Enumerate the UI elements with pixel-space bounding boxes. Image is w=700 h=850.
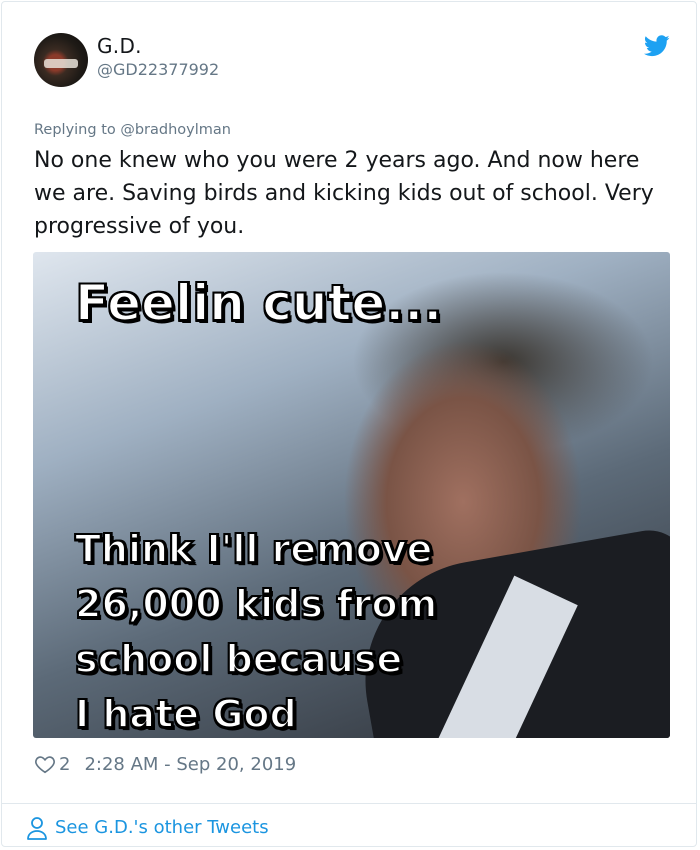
timestamp[interactable]: 2:28 AM - Sep 20, 2019 <box>84 754 296 775</box>
meme-line: I hate God <box>74 691 298 737</box>
author-handle[interactable]: @GD22377992 <box>97 60 219 79</box>
like-count[interactable]: 2 <box>59 754 70 775</box>
heart-icon[interactable] <box>34 753 56 775</box>
embedded-tweet-card: G.D. @GD22377992 Replying to @bradhoylma… <box>1 1 697 847</box>
replying-to[interactable]: Replying to @bradhoylman <box>34 122 231 138</box>
author-name[interactable]: G.D. <box>97 34 142 58</box>
twitter-bird-icon[interactable] <box>644 35 670 57</box>
see-other-tweets-link[interactable]: See G.D.'s other Tweets <box>55 817 269 838</box>
tweet-image[interactable]: Feelin cute... Think I'll remove 26,000 … <box>33 252 670 738</box>
tweet-footer: See G.D.'s other Tweets <box>2 803 696 846</box>
avatar[interactable] <box>34 33 88 87</box>
meme-top-caption: Feelin cute... <box>74 273 443 333</box>
meme-line: 26,000 kids from <box>74 581 438 627</box>
person-icon <box>27 817 47 840</box>
meme-bottom-caption: Think I'll remove 26,000 kids from schoo… <box>74 522 438 738</box>
meme-line: Think I'll remove <box>74 526 433 572</box>
meme-line: school because <box>74 636 403 682</box>
tweet-text: No one knew who you were 2 years ago. An… <box>34 148 654 239</box>
tweet-meta: 2 2:28 AM - Sep 20, 2019 <box>34 752 296 776</box>
